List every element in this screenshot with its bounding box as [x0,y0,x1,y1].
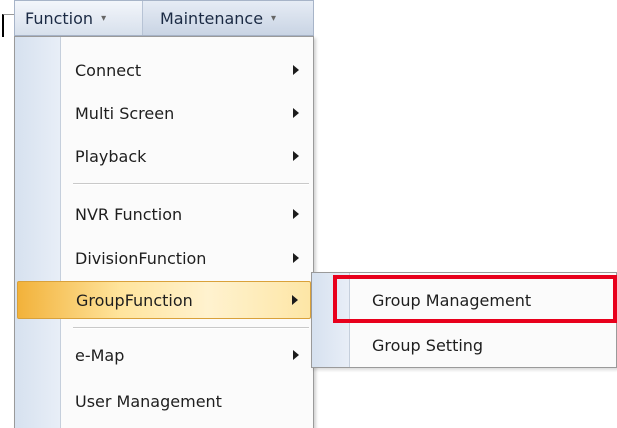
submenu-item-label: Group Management [372,290,532,310]
submenu-item-group-setting[interactable]: Group Setting [314,325,614,365]
submenu-item-label: Group Setting [372,335,484,355]
menu-item-user-management[interactable]: User Management [17,382,311,420]
menu-maintenance[interactable]: Maintenance ▾ [144,1,314,35]
menu-item-label: Playback [75,146,147,166]
menu-item-label: Multi Screen [75,103,175,123]
window-edge [2,14,14,37]
submenu-arrow-icon [293,209,299,219]
menu-item-label: DivisionFunction [75,248,207,268]
submenu-arrow-icon [293,253,299,263]
menu-separator [73,183,309,185]
chevron-down-icon: ▾ [271,12,277,24]
menu-item-label: NVR Function [75,204,183,224]
submenu-arrow-icon [293,350,299,360]
submenu-arrow-icon [293,108,299,118]
menu-item-connect[interactable]: Connect [17,51,311,89]
menu-item-division-function[interactable]: DivisionFunction [17,239,311,277]
menu-item-label: Connect [75,60,142,80]
menu-bar: Function ▾ Maintenance ▾ [14,0,314,36]
function-dropdown: Connect Multi Screen Playback NVR Functi… [14,36,314,428]
menu-item-group-function[interactable]: GroupFunction [17,281,311,319]
group-function-submenu: Group Management Group Setting [311,272,617,368]
menu-item-nvr-function[interactable]: NVR Function [17,195,311,233]
submenu-arrow-icon [292,295,298,305]
menu-item-label: User Management [75,391,222,411]
submenu-arrow-icon [293,151,299,161]
submenu-arrow-icon [293,65,299,75]
menu-maintenance-label: Maintenance [160,8,264,28]
menu-item-label: GroupFunction [76,290,193,310]
menu-item-playback[interactable]: Playback [17,137,311,175]
menu-item-e-map[interactable]: e-Map [17,336,311,374]
submenu-item-group-management[interactable]: Group Management [314,280,614,320]
chevron-down-icon: ▾ [101,12,107,24]
menu-item-multi-screen[interactable]: Multi Screen [17,94,311,132]
menu-separator [73,327,309,329]
menu-function[interactable]: Function ▾ [15,1,143,35]
menu-item-label: e-Map [75,345,125,365]
menu-function-label: Function [25,8,94,28]
app-screenshot: Function ▾ Maintenance ▾ Connect Multi S… [0,0,617,428]
